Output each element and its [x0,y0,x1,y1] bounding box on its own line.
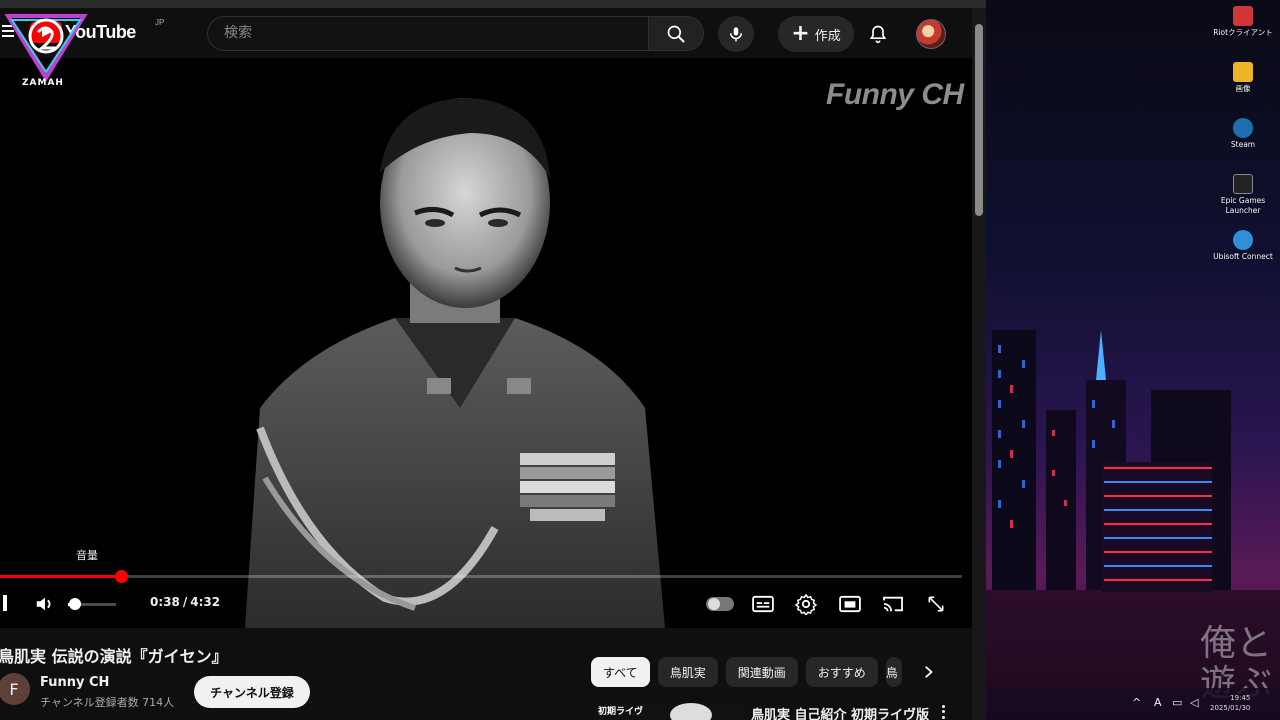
volume-tooltip: 音量 [76,549,98,562]
notifications-button[interactable] [862,18,894,50]
desktop-icon-images-folder[interactable]: 画像 [1213,62,1273,94]
browser-window: YouTube JP 検索 + 作成 ZAMAH Funny CH 音量 0:3… [0,0,986,720]
cast-icon [883,596,903,612]
folder-icon [1233,62,1253,82]
steam-icon [1233,118,1253,138]
search-button[interactable] [648,16,704,51]
masthead: YouTube JP 検索 + 作成 [0,8,972,58]
browser-top-strip [0,0,986,8]
chips-next-button[interactable] [916,660,940,684]
cast-button[interactable] [880,592,906,616]
pause-icon [3,595,7,611]
city-wallpaper [986,330,1280,688]
desktop-icon-steam[interactable]: Steam [1213,118,1273,150]
channel-badge-logo [4,14,88,82]
volume-slider[interactable] [62,594,124,614]
plus-icon: + [791,21,810,46]
volume-track [68,598,116,610]
desktop-icon-label: Ubisoft Connect [1213,252,1273,261]
desktop-icon-label: Riotクライアント [1213,28,1273,37]
subtitles-button[interactable] [750,592,776,616]
voice-search-button[interactable] [718,16,754,52]
miniplayer-icon [839,595,861,613]
recommendation-thumbnail[interactable]: 初期ライヴ [594,703,744,720]
gear-icon [795,594,817,615]
filter-chips: すべて 鳥肌実 関連動画 おすすめ 鳥 [591,657,902,687]
pause-button[interactable] [0,591,10,615]
video-watermark: Funny CH [826,78,964,111]
clock[interactable]: 19:45 2025/01/30 [1210,693,1250,713]
duration: 4:32 [190,595,221,609]
region-label: JP [155,18,165,27]
desktop-icon-epic-games[interactable]: Epic Games Launcher [1213,174,1273,216]
video-player[interactable]: Funny CH 音量 0:38/4:32 [0,58,972,628]
mute-button[interactable] [34,593,56,615]
search-icon [667,25,685,42]
subscriber-count: チャンネル登録者数 714人 [40,696,175,709]
subscribe-button[interactable]: チャンネル登録 [194,676,310,708]
ime-indicator[interactable]: A [1154,696,1162,709]
progress-played [0,575,122,578]
scrollbar[interactable] [972,8,986,720]
microphone-icon [730,27,742,42]
desktop-icon-label: Epic Games Launcher [1220,196,1266,215]
scrollbar-thumb[interactable] [975,24,983,216]
clock-time: 19:45 [1230,694,1251,702]
progress-scrubber-handle[interactable] [115,570,129,583]
thumbnail-text: 初期ライヴ [598,707,644,717]
network-icon[interactable]: ▭ [1172,696,1182,709]
chip-partial[interactable]: 鳥 [885,657,902,687]
create-button[interactable]: + 作成 [778,16,854,52]
chevron-right-icon [925,666,933,678]
more-actions-icon[interactable] [937,704,949,720]
settings-button[interactable] [793,591,819,617]
create-label: 作成 [814,28,841,44]
progress-bar[interactable] [0,570,962,583]
clock-date: 2025/01/30 [1210,704,1251,712]
tray-chevron-up-icon[interactable]: ^ [1132,696,1141,709]
search-input[interactable]: 検索 [207,16,648,51]
chip-related[interactable]: 関連動画 [725,657,798,687]
volume-icon [36,597,51,611]
desktop-icon-ubisoft[interactable]: Ubisoft Connect [1213,230,1273,262]
desktop-icon-label: Steam [1230,140,1256,149]
fullscreen-button[interactable] [923,592,949,616]
thumbnail-image [670,703,712,720]
current-time: 0:38 [150,595,180,609]
desktop: Riotクライアント 画像 Steam Epic Games Launcher … [986,0,1280,720]
subtitles-icon [752,595,774,613]
time-separator: / [182,595,188,609]
time-display: 0:38/4:32 [150,595,220,609]
channel-badge-text: ZAMAH [22,78,64,88]
autoplay-toggle[interactable] [706,597,734,611]
epic-games-icon [1233,174,1253,194]
recommendation-title[interactable]: 鳥肌実 自己紹介 初期ライヴ版 [751,704,929,720]
taskbar: ^ A ▭ ◁ 19:45 2025/01/30 [986,688,1280,720]
volume-slider-handle[interactable] [69,598,82,610]
calligraphy-line-1: 俺と [1199,623,1272,664]
chip-all[interactable]: すべて [591,657,650,687]
video-frame-image [245,98,665,628]
desktop-icon-label: 画像 [1235,84,1251,93]
channel-avatar[interactable]: F [0,673,30,705]
fullscreen-icon [928,596,944,612]
ubisoft-icon [1233,230,1253,250]
channel-name[interactable]: Funny CH [40,675,109,690]
video-title: 鳥肌実 伝説の演説『ガイセン』 [0,647,228,666]
chip-torihada[interactable]: 鳥肌実 [657,657,718,687]
chip-recommended[interactable]: おすすめ [805,657,878,687]
speaker-icon[interactable]: ◁ [1190,696,1198,709]
riot-icon [1233,6,1253,26]
account-avatar[interactable] [916,19,946,49]
miniplayer-button[interactable] [837,592,863,616]
desktop-icon-riot[interactable]: Riotクライアント [1213,6,1273,38]
bell-icon [869,25,887,44]
